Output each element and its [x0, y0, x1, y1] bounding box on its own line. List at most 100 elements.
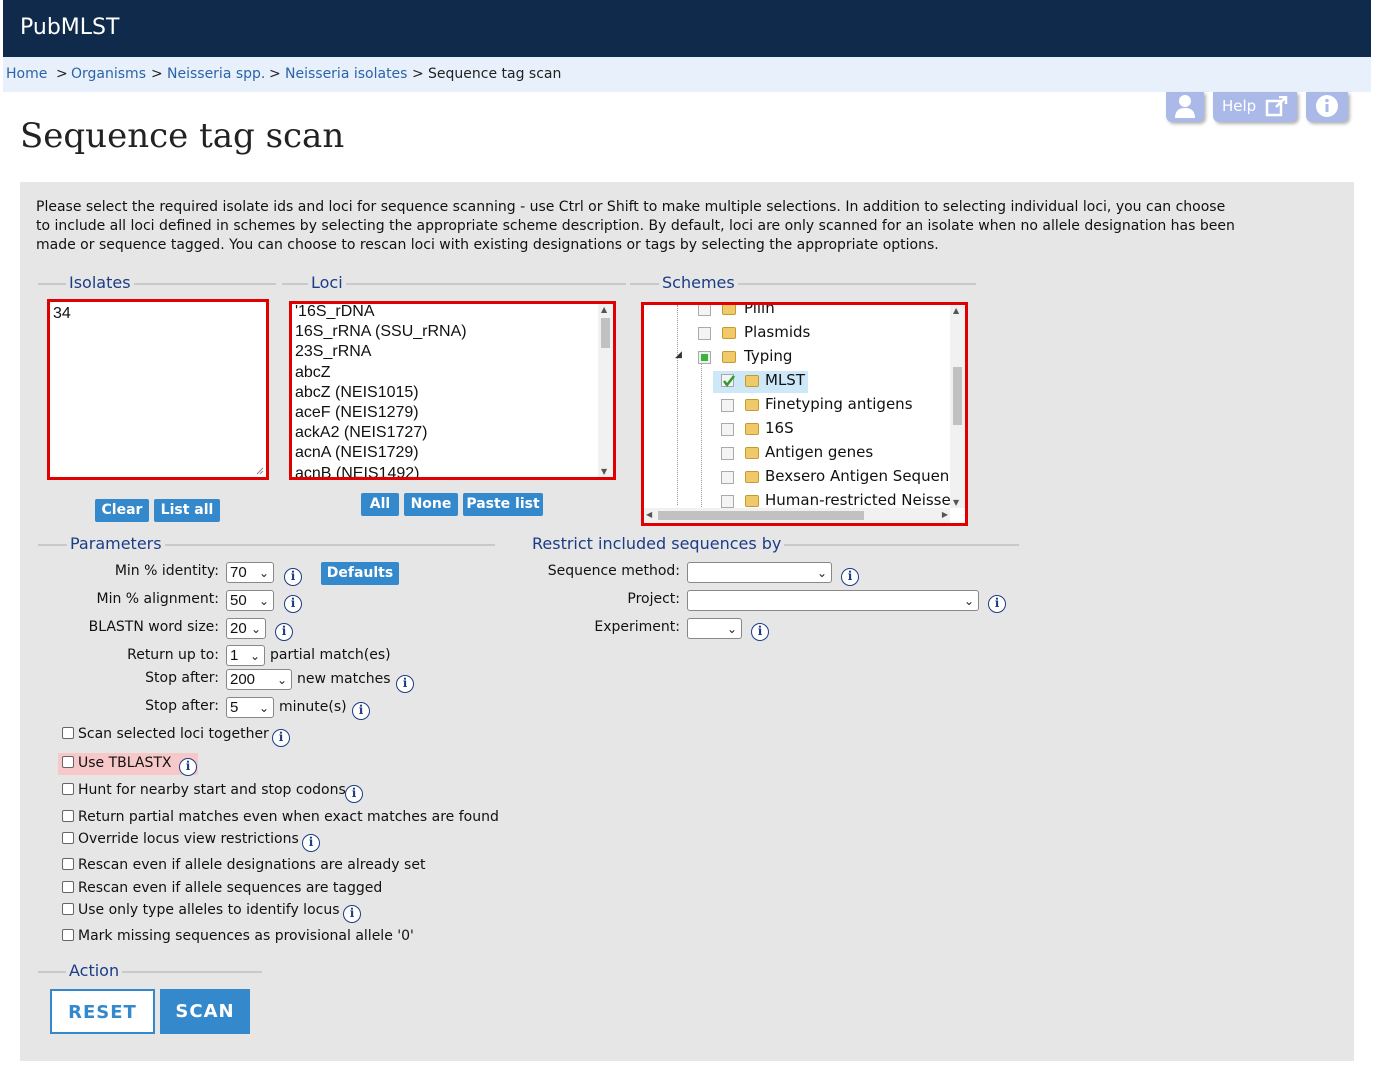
scheme-checkbox[interactable] — [721, 471, 734, 484]
user-button[interactable] — [1166, 92, 1204, 122]
info-button[interactable] — [1306, 92, 1348, 122]
folder-icon — [745, 495, 759, 507]
info-icon[interactable]: i — [272, 729, 290, 747]
loci-scrollbar-thumb[interactable] — [601, 318, 610, 348]
loci-option[interactable]: abcZ — [295, 363, 467, 383]
paste-list-button[interactable]: Paste list — [463, 493, 543, 516]
type-alleles-checkbox[interactable] — [62, 903, 74, 915]
all-loci-button[interactable]: All — [361, 493, 399, 516]
loci-legend: Loci — [308, 273, 346, 292]
breadcrumb-neisseria-isolates[interactable]: Neisseria isolates — [285, 66, 407, 82]
info-icon[interactable]: i — [751, 623, 769, 641]
loci-option[interactable]: '16S_rDNA — [295, 304, 467, 322]
min-identity-select[interactable]: 70 ⌄ — [226, 562, 274, 583]
app-title[interactable]: PubMLST — [20, 15, 119, 40]
scroll-down-icon[interactable]: ▼ — [953, 498, 959, 507]
isolates-textarea[interactable]: 34 — [47, 299, 269, 480]
use-tblastx-checkbox[interactable] — [62, 756, 74, 768]
word-size-select[interactable]: 20 ⌄ — [226, 618, 266, 639]
return-partial-checkbox[interactable] — [62, 810, 74, 822]
scheme-checkbox[interactable] — [721, 399, 734, 412]
min-alignment-select[interactable]: 50 ⌄ — [226, 590, 274, 611]
loci-option[interactable]: ackA2 (NEIS1727) — [295, 423, 467, 443]
experiment-select[interactable]: ⌄ — [687, 618, 742, 639]
schemes-tree[interactable]: Pilin Plasmids ◢ Typing MLST Finetyping … — [641, 302, 968, 526]
project-label: Project: — [627, 591, 680, 607]
info-icon[interactable]: i — [988, 595, 1006, 613]
rescan-designations-label: Rescan even if allele designations are a… — [78, 857, 426, 873]
scroll-up-icon[interactable]: ▲ — [601, 305, 607, 314]
restrict-legend: Restrict included sequences by — [529, 534, 785, 553]
info-icon[interactable]: i — [284, 568, 302, 586]
scheme-checkbox[interactable] — [698, 327, 711, 340]
breadcrumb-organisms[interactable]: Organisms — [71, 66, 146, 82]
scan-form-panel: Please select the required isolate ids a… — [20, 182, 1354, 1061]
loci-option[interactable]: acnB (NEIS1492) — [295, 464, 467, 477]
scroll-up-icon[interactable]: ▲ — [953, 306, 959, 315]
info-icon[interactable]: i — [179, 758, 197, 776]
rescan-tagged-checkbox[interactable] — [62, 881, 74, 893]
loci-option[interactable]: aceF (NEIS1279) — [295, 403, 467, 423]
scheme-node-label: Pilin — [744, 302, 775, 317]
rescan-designations-checkbox[interactable] — [62, 858, 74, 870]
schemes-vscrollbar-thumb[interactable] — [953, 367, 962, 425]
use-tblastx-label: Use TBLASTX — [78, 755, 172, 771]
clear-button[interactable]: Clear — [95, 499, 149, 522]
scheme-checkbox[interactable] — [721, 495, 734, 508]
top-bar: PubMLST — [3, 0, 1371, 57]
none-loci-button[interactable]: None — [404, 493, 458, 516]
folder-icon — [745, 375, 759, 387]
reset-button[interactable]: RESET — [50, 989, 155, 1034]
stop-after-minutes-select[interactable]: 5 ⌄ — [226, 697, 274, 718]
info-icon[interactable]: i — [841, 568, 859, 586]
scheme-node-mlst[interactable]: MLST — [713, 371, 808, 393]
return-up-to-select[interactable]: 1 ⌄ — [226, 645, 265, 666]
breadcrumb-home[interactable]: Home — [6, 66, 47, 82]
breadcrumb-neisseria-spp[interactable]: Neisseria spp. — [167, 66, 265, 82]
page-title: Sequence tag scan — [20, 116, 345, 156]
info-icon[interactable]: i — [352, 702, 370, 720]
scroll-left-icon[interactable]: ◀ — [646, 510, 652, 519]
schemes-vscrollbar[interactable]: ▲ ▼ — [950, 305, 965, 508]
info-icon[interactable]: i — [302, 834, 320, 852]
loci-select[interactable]: '16S_rDNA 16S_rRNA (SSU_rRNA) 23S_rRNA a… — [289, 301, 616, 480]
list-all-button[interactable]: List all — [154, 499, 220, 522]
info-icon[interactable]: i — [396, 675, 414, 693]
stop-after-matches-select[interactable]: 200 ⌄ — [226, 669, 292, 690]
mark-missing-checkbox[interactable] — [62, 929, 74, 941]
scheme-checkbox[interactable] — [698, 305, 711, 316]
schemes-hscrollbar-thumb[interactable] — [658, 511, 864, 520]
hunt-codons-checkbox[interactable] — [62, 783, 74, 795]
scan-button[interactable]: SCAN — [160, 989, 250, 1034]
override-restrictions-checkbox[interactable] — [62, 832, 74, 844]
project-select[interactable]: ⌄ — [687, 590, 979, 611]
sequence-method-select[interactable]: ⌄ — [687, 562, 832, 583]
help-button[interactable]: Help — [1213, 92, 1297, 122]
loci-scrollbar[interactable]: ▲ ▼ — [598, 304, 613, 477]
folder-icon — [745, 399, 759, 411]
scroll-down-icon[interactable]: ▼ — [601, 467, 607, 476]
loci-option[interactable]: acnA (NEIS1729) — [295, 443, 467, 463]
info-icon[interactable]: i — [275, 623, 293, 641]
intro-text: Please select the required isolate ids a… — [36, 199, 1235, 253]
scheme-checkbox-checked[interactable] — [721, 374, 735, 388]
scheme-checkbox-partial[interactable] — [698, 351, 711, 364]
scheme-checkbox[interactable] — [721, 447, 734, 460]
info-icon[interactable]: i — [345, 785, 363, 803]
expand-triangle-icon[interactable]: ◢ — [675, 350, 682, 360]
defaults-button[interactable]: Defaults — [321, 562, 399, 585]
word-size-value: 20 — [230, 620, 247, 637]
tree-line — [677, 305, 678, 505]
schemes-hscrollbar[interactable]: ◀ ▶ — [644, 508, 950, 523]
loci-option[interactable]: 16S_rRNA (SSU_rRNA) — [295, 322, 467, 342]
loci-option[interactable]: abcZ (NEIS1015) — [295, 383, 467, 403]
scroll-right-icon[interactable]: ▶ — [942, 510, 948, 519]
loci-option[interactable]: 23S_rRNA — [295, 342, 467, 362]
info-icon[interactable]: i — [284, 595, 302, 613]
loci-list: '16S_rDNA 16S_rRNA (SSU_rRNA) 23S_rRNA a… — [295, 304, 467, 477]
folder-icon — [722, 327, 736, 339]
scan-loci-together-checkbox[interactable] — [62, 727, 74, 739]
info-icon[interactable]: i — [343, 905, 361, 923]
scheme-checkbox[interactable] — [721, 423, 734, 436]
help-label: Help — [1222, 97, 1257, 115]
